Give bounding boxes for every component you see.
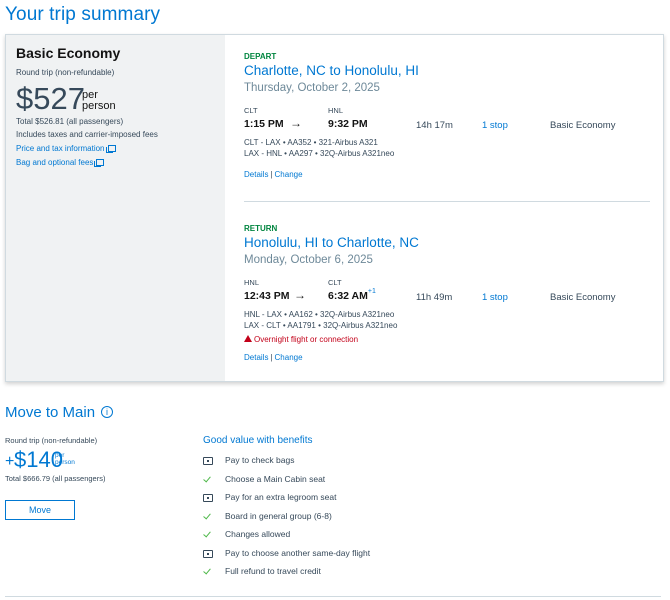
bag-icon	[203, 550, 213, 558]
price-plus-sign: +	[5, 453, 15, 470]
fare-summary-panel: Basic Economy Round trip (non-refundable…	[6, 35, 225, 381]
flight-duration: 11h 49m	[416, 292, 453, 303]
bag-fees-link[interactable]: Bag and optional fees	[16, 158, 105, 167]
departure-time: 1:15 PM	[244, 118, 284, 130]
fare-total: Total $526.81 (all passengers)	[16, 117, 124, 126]
fare-name: Basic Economy	[16, 45, 121, 61]
benefit-text: Full refund to travel credit	[225, 566, 321, 576]
return-label: RETURN	[244, 224, 278, 233]
flight-duration: 14h 17m	[416, 120, 453, 131]
overnight-warning-text: Overnight flight or connection	[254, 335, 359, 344]
bag-fees-link-label[interactable]: Bag and optional fees	[16, 158, 93, 167]
segment-divider	[244, 201, 650, 202]
flight-leg: CLT - LAX • AA352 • 321-Airbus A321	[244, 138, 378, 147]
segment-actions: Details | Change	[244, 170, 303, 179]
flight-leg: HNL - LAX • AA162 • 32Q-Airbus A321neo	[244, 310, 395, 319]
stops-link[interactable]: 1 stop	[482, 120, 508, 131]
benefit-text: Pay for an extra legroom seat	[225, 492, 337, 502]
origin-code: CLT	[244, 106, 258, 115]
benefits-title: Good value with benefits	[203, 435, 313, 446]
flight-leg: LAX - CLT • AA1791 • 32Q-Airbus A321neo	[244, 321, 398, 330]
arrow-right-icon: →	[290, 116, 302, 130]
origin-code: HNL	[244, 278, 260, 287]
warning-icon	[244, 335, 252, 342]
return-segment: RETURN Honolulu, HI to Charlotte, NC Mon…	[244, 224, 654, 364]
cabin-class: Basic Economy	[550, 292, 616, 303]
move-button[interactable]: Move	[5, 500, 75, 520]
cabin-class: Basic Economy	[550, 120, 616, 131]
separator: |	[270, 170, 273, 179]
page-title: Your trip summary	[5, 4, 161, 25]
external-link-icon	[105, 145, 116, 153]
move-to-main-heading: Move to Main	[5, 404, 96, 421]
check-icon	[203, 476, 213, 484]
departure-time: 12:43 PM	[244, 290, 290, 302]
segment-actions: Details | Change	[244, 353, 303, 362]
next-day-indicator: +1	[367, 288, 376, 295]
details-link[interactable]: Details	[244, 353, 268, 362]
price-tax-link[interactable]: Price and tax information	[16, 144, 116, 153]
depart-route: Charlotte, NC to Honolulu, HI	[244, 63, 419, 78]
stops-link[interactable]: 1 stop	[482, 292, 508, 303]
benefit-text: Changes allowed	[225, 529, 291, 539]
bag-icon	[203, 494, 213, 502]
depart-date: Thursday, October 2, 2025	[244, 82, 380, 94]
flight-leg: LAX - HNL • AA297 • 32Q-Airbus A321neo	[244, 149, 395, 158]
fare-includes: Includes taxes and carrier-imposed fees	[16, 130, 158, 139]
check-icon	[203, 531, 213, 539]
arrival-time: 6:32 AM+1	[328, 288, 376, 302]
info-icon[interactable]: i	[101, 406, 114, 418]
benefit-text: Choose a Main Cabin seat	[225, 474, 326, 484]
details-link[interactable]: Details	[244, 170, 268, 179]
move-to-main-title: Move to Main i	[5, 404, 114, 421]
arrow-right-icon: →	[294, 288, 306, 302]
benefit-text: Pay to check bags	[225, 455, 295, 465]
main-fare-total: Total $666.79 (all passengers)	[5, 474, 106, 483]
depart-label: DEPART	[244, 52, 277, 61]
change-link[interactable]: Change	[275, 170, 303, 179]
check-icon	[203, 513, 213, 521]
depart-segment: DEPART Charlotte, NC to Honolulu, HI Thu…	[244, 52, 654, 192]
main-fare-price-person: person	[55, 459, 75, 466]
main-fare-subtitle: Round trip (non-refundable)	[5, 436, 98, 445]
separator: |	[270, 353, 273, 362]
check-icon	[203, 568, 213, 576]
benefit-text: Board in general group (6-8)	[225, 511, 332, 521]
change-link[interactable]: Change	[275, 353, 303, 362]
destination-code: HNL	[328, 106, 344, 115]
price-tax-link-label[interactable]: Price and tax information	[16, 144, 105, 153]
section-divider	[5, 596, 661, 597]
external-link-icon	[94, 159, 105, 167]
overnight-warning: Overnight flight or connection	[244, 335, 358, 344]
fare-price-amount: $527	[16, 81, 85, 116]
arrival-time: 9:32 PM	[328, 118, 368, 130]
trip-summary-card: Basic Economy Round trip (non-refundable…	[5, 34, 664, 382]
main-fare-price-per: per	[55, 452, 65, 459]
fare-price-person: person	[82, 100, 116, 112]
benefit-text: Pay to choose another same-day flight	[225, 548, 371, 558]
bag-icon	[203, 457, 213, 465]
return-date: Monday, October 6, 2025	[244, 254, 373, 266]
arrival-time-value: 6:32 AM	[328, 290, 368, 302]
destination-code: CLT	[328, 278, 342, 287]
return-route: Honolulu, HI to Charlotte, NC	[244, 235, 419, 250]
fare-subtitle: Round trip (non-refundable)	[16, 68, 115, 77]
